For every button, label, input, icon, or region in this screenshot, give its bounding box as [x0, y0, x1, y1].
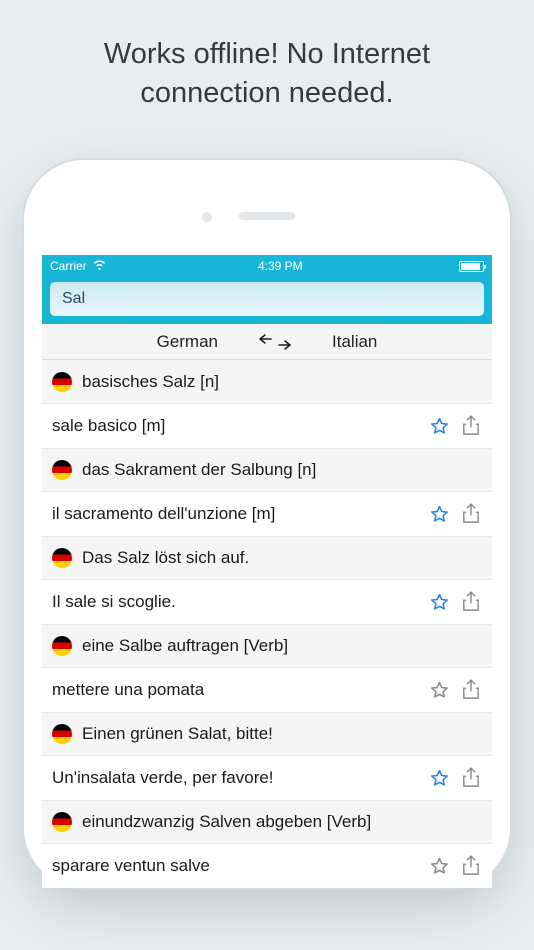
favorite-star-icon[interactable]	[428, 415, 450, 437]
favorite-star-icon[interactable]	[428, 767, 450, 789]
flag-de-icon	[52, 636, 72, 656]
source-text: das Sakrament der Salbung [n]	[82, 460, 482, 480]
results-list: basisches Salz [n] sale basico [m] das Sak…	[42, 360, 492, 888]
flag-de-icon	[52, 812, 72, 832]
flag-de-icon	[52, 548, 72, 568]
flag-de-icon	[52, 724, 72, 744]
source-text: Einen grünen Salat, bitte!	[82, 724, 482, 744]
translation-row[interactable]: mettere una pomata	[42, 668, 492, 712]
source-row[interactable]: Einen grünen Salat, bitte!	[42, 712, 492, 756]
screen: Carrier 4:39 PM German	[42, 255, 492, 888]
source-row[interactable]: einundzwanzig Salven abgeben [Verb]	[42, 800, 492, 844]
tagline-line2: connection needed.	[140, 77, 393, 109]
tagline: Works offline! No Internet connection ne…	[0, 0, 534, 113]
source-row[interactable]: eine Salbe auftragen [Verb]	[42, 624, 492, 668]
phone-frame: Carrier 4:39 PM German	[24, 160, 510, 888]
translation-row[interactable]: il sacramento dell'unzione [m]	[42, 492, 492, 536]
search-input[interactable]	[50, 282, 484, 316]
source-row[interactable]: Das Salz löst sich auf.	[42, 536, 492, 580]
translation-row[interactable]: sale basico [m]	[42, 404, 492, 448]
search-bar	[42, 277, 492, 324]
target-language-label[interactable]: Italian	[332, 332, 377, 352]
share-icon[interactable]	[460, 855, 482, 877]
tagline-line1: Works offline! No Internet	[104, 38, 430, 70]
swap-languages-button[interactable]	[258, 332, 292, 352]
favorite-star-icon[interactable]	[428, 679, 450, 701]
phone-camera	[202, 212, 212, 222]
source-row[interactable]: das Sakrament der Salbung [n]	[42, 448, 492, 492]
translation-text: sparare ventun salve	[52, 856, 418, 876]
translation-text: Il sale si scoglie.	[52, 592, 418, 612]
status-left: Carrier	[50, 259, 107, 273]
status-right	[454, 261, 484, 272]
share-icon[interactable]	[460, 679, 482, 701]
source-text: basisches Salz [n]	[82, 372, 482, 392]
phone-speaker	[239, 212, 295, 220]
translation-text: sale basico [m]	[52, 416, 418, 436]
status-time: 4:39 PM	[258, 259, 303, 273]
translation-row[interactable]: sparare ventun salve	[42, 844, 492, 888]
flag-de-icon	[52, 372, 72, 392]
translation-text: il sacramento dell'unzione [m]	[52, 504, 418, 524]
translation-text: mettere una pomata	[52, 680, 418, 700]
source-text: einundzwanzig Salven abgeben [Verb]	[82, 812, 482, 832]
flag-de-icon	[52, 460, 72, 480]
share-icon[interactable]	[460, 415, 482, 437]
source-text: eine Salbe auftragen [Verb]	[82, 636, 482, 656]
source-text: Das Salz löst sich auf.	[82, 548, 482, 568]
translation-text: Un'insalata verde, per favore!	[52, 768, 418, 788]
share-icon[interactable]	[460, 591, 482, 613]
favorite-star-icon[interactable]	[428, 503, 450, 525]
share-icon[interactable]	[460, 503, 482, 525]
language-toggle-row: German Italian	[42, 324, 492, 360]
share-icon[interactable]	[460, 767, 482, 789]
source-row[interactable]: basisches Salz [n]	[42, 360, 492, 404]
favorite-star-icon[interactable]	[428, 855, 450, 877]
carrier-label: Carrier	[50, 259, 87, 273]
status-bar: Carrier 4:39 PM	[42, 255, 492, 277]
translation-row[interactable]: Il sale si scoglie.	[42, 580, 492, 624]
translation-row[interactable]: Un'insalata verde, per favore!	[42, 756, 492, 800]
favorite-star-icon[interactable]	[428, 591, 450, 613]
battery-icon	[459, 261, 484, 272]
wifi-icon	[92, 259, 107, 273]
source-language-label[interactable]: German	[157, 332, 218, 352]
